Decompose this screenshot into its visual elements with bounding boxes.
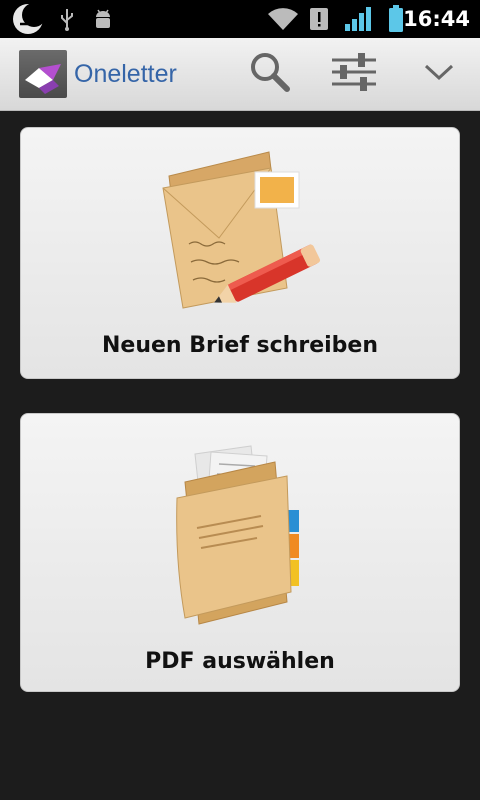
status-bar: 16:44 (0, 0, 480, 38)
status-clock: 16:44 (403, 7, 470, 31)
chevron-down-icon (423, 62, 455, 86)
alert-icon (306, 0, 332, 38)
new-letter-label: Neuen Brief schreiben (102, 333, 378, 358)
settings-sliders-icon (330, 50, 378, 98)
search-button[interactable] (235, 38, 305, 110)
wifi-icon (266, 0, 300, 38)
usb-icon (56, 0, 78, 38)
action-bar: Oneletter (0, 38, 480, 111)
settings-button[interactable] (319, 38, 389, 110)
app-logo-icon[interactable] (19, 50, 67, 98)
app-title: Oneletter (74, 60, 177, 88)
notification-moon-icon (10, 0, 46, 38)
android-debug-icon (90, 0, 116, 38)
overflow-menu-button[interactable] (404, 38, 474, 110)
signal-icon (342, 0, 374, 38)
select-pdf-label: PDF auswählen (145, 649, 335, 674)
select-pdf-card[interactable]: PDF auswählen (20, 413, 460, 692)
new-letter-card[interactable]: Neuen Brief schreiben (20, 127, 460, 379)
envelope-pencil-icon (159, 148, 331, 324)
folder-documents-icon (171, 442, 311, 640)
search-icon (248, 50, 292, 98)
